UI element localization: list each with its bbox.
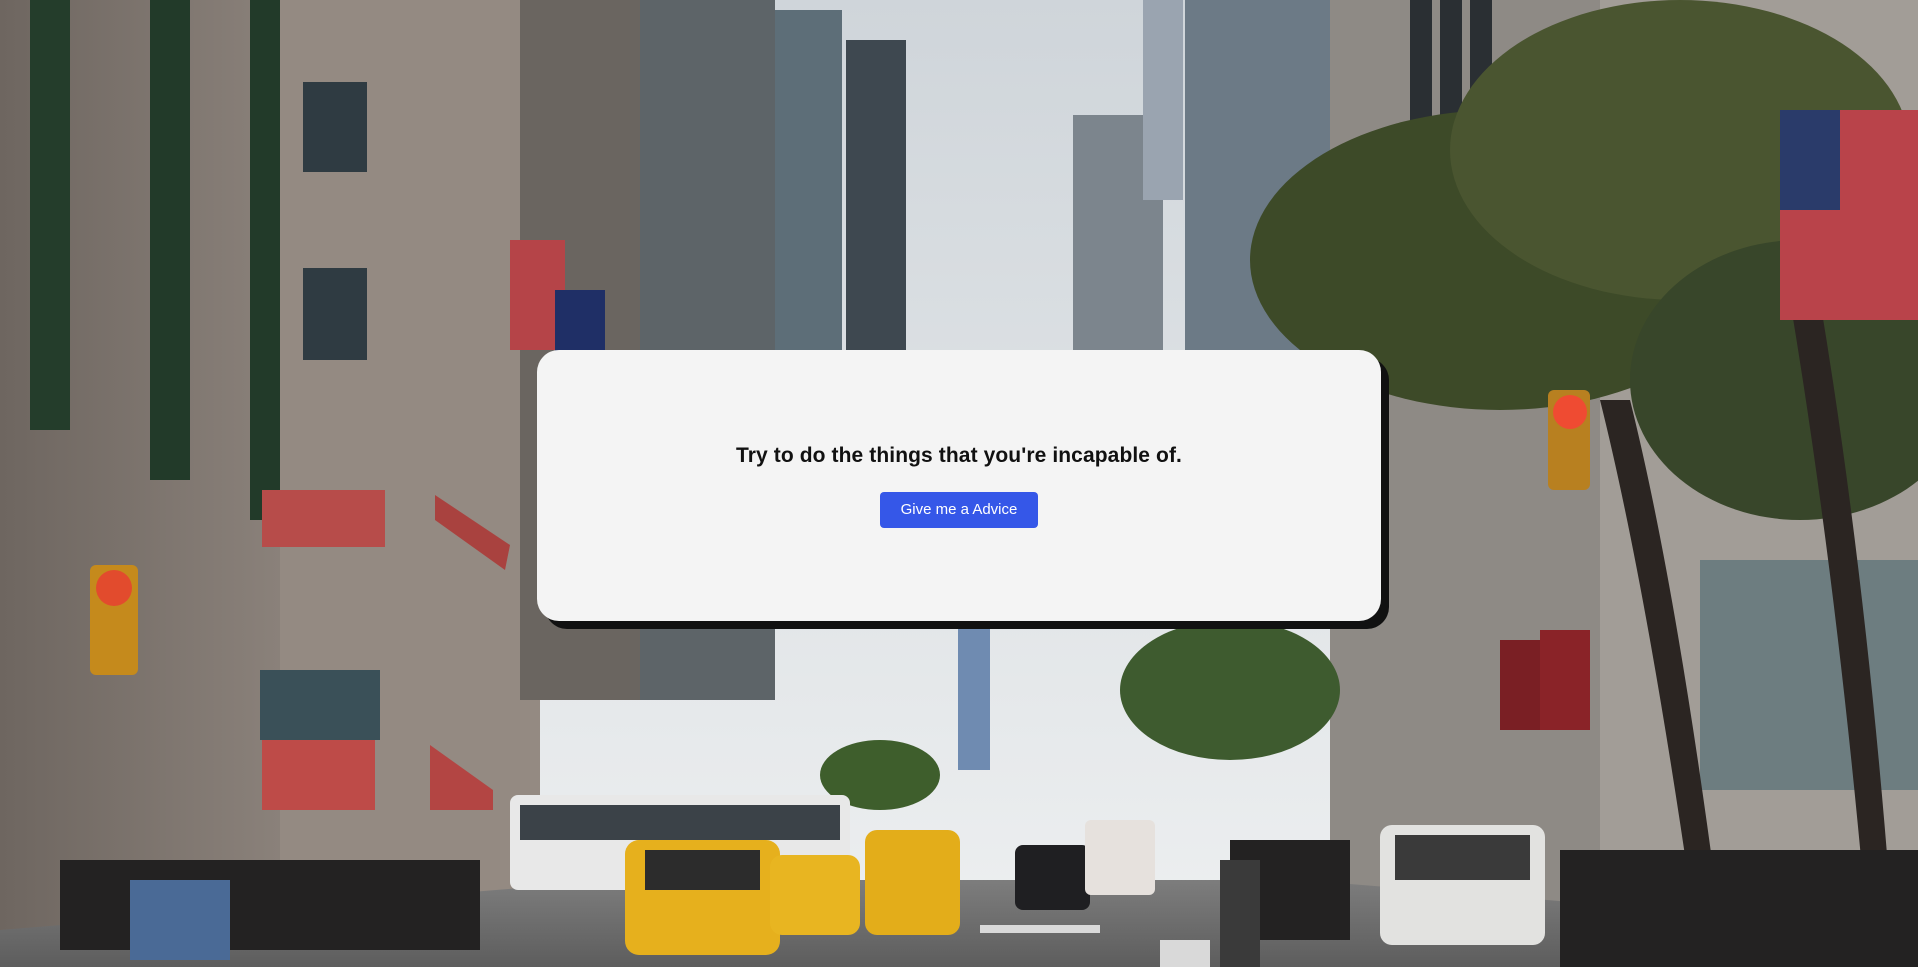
advice-quote: Try to do the things that you're incapab… (736, 443, 1182, 467)
tower-glass-left (772, 10, 842, 350)
give-advice-button[interactable]: Give me a Advice (880, 491, 1038, 528)
advice-card: Try to do the things that you're incapab… (537, 350, 1381, 621)
